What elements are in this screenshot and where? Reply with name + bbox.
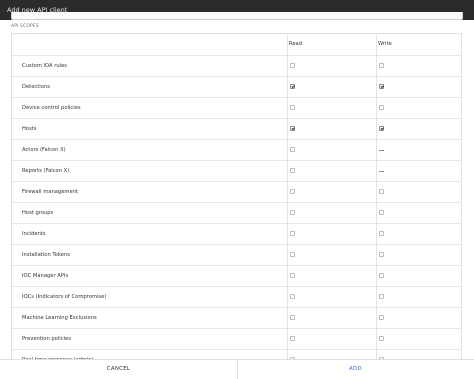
write-checkbox[interactable] <box>379 210 384 215</box>
table-header-row: Read Write <box>12 34 461 55</box>
read-checkbox[interactable] <box>290 126 295 131</box>
scope-name: Host groups <box>22 210 54 216</box>
scope-name: Custom IOA rules <box>22 63 67 69</box>
cancel-button[interactable]: CANCEL <box>0 360 237 379</box>
read-checkbox[interactable] <box>290 210 295 215</box>
table-row: Prevention policies <box>12 328 461 349</box>
api-scopes-table: Read Write Custom IOA rules Detections Dev… <box>11 33 462 363</box>
scope-name: Firewall management <box>22 189 78 195</box>
table-row: Firewall management <box>12 181 461 202</box>
write-not-applicable-icon <box>379 150 384 151</box>
table-row: Detections <box>12 76 461 97</box>
write-checkbox[interactable] <box>379 273 384 278</box>
api-scopes-label: API SCOPES <box>11 24 39 29</box>
client-name-field[interactable] <box>11 12 463 20</box>
table-row: Reports (Falcon X) <box>12 160 461 181</box>
table-row: Installation Tokens <box>12 244 461 265</box>
scope-name: Prevention policies <box>22 336 71 342</box>
write-checkbox[interactable] <box>379 63 384 68</box>
dialog-footer: CANCEL ADD <box>0 359 474 379</box>
table-row: Incidents <box>12 223 461 244</box>
scope-name: Reports (Falcon X) <box>22 168 70 174</box>
scope-name: Device control policies <box>22 105 81 111</box>
table-row: Device control policies <box>12 97 461 118</box>
write-checkbox[interactable] <box>379 84 384 89</box>
read-checkbox[interactable] <box>290 273 295 278</box>
write-checkbox[interactable] <box>379 252 384 257</box>
write-column-header: Write <box>378 41 392 47</box>
table-row: Actors (Falcon X) <box>12 139 461 160</box>
write-checkbox[interactable] <box>379 189 384 194</box>
add-button[interactable]: ADD <box>237 360 474 379</box>
read-checkbox[interactable] <box>290 252 295 257</box>
scope-name: Installation Tokens <box>22 252 70 258</box>
table-row: IOCs (Indicators of Compromise) <box>12 286 461 307</box>
write-not-applicable-icon <box>379 171 384 172</box>
read-checkbox[interactable] <box>290 294 295 299</box>
read-checkbox[interactable] <box>290 105 295 110</box>
read-checkbox[interactable] <box>290 231 295 236</box>
scope-name: IOCs (Indicators of Compromise) <box>22 294 107 300</box>
write-checkbox[interactable] <box>379 105 384 110</box>
write-checkbox[interactable] <box>379 126 384 131</box>
table-row: Hosts <box>12 118 461 139</box>
scope-name: Machine Learning Exclusions <box>22 315 97 321</box>
write-checkbox[interactable] <box>379 315 384 320</box>
scope-name: Incidents <box>22 231 46 237</box>
scope-name: Actors (Falcon X) <box>22 147 66 153</box>
read-checkbox[interactable] <box>290 147 295 152</box>
table-row: Machine Learning Exclusions <box>12 307 461 328</box>
read-checkbox[interactable] <box>290 168 295 173</box>
read-checkbox[interactable] <box>290 189 295 194</box>
scope-name: Hosts <box>22 126 37 132</box>
read-checkbox[interactable] <box>290 84 295 89</box>
write-checkbox[interactable] <box>379 294 384 299</box>
scope-name: IOC Manager APIs <box>22 273 69 279</box>
table-row: Custom IOA rules <box>12 55 461 76</box>
write-checkbox[interactable] <box>379 336 384 341</box>
table-row: Host groups <box>12 202 461 223</box>
read-checkbox[interactable] <box>290 315 295 320</box>
write-checkbox[interactable] <box>379 231 384 236</box>
read-column-header: Read <box>289 41 303 47</box>
scope-name: Detections <box>22 84 50 90</box>
table-row: IOC Manager APIs <box>12 265 461 286</box>
read-checkbox[interactable] <box>290 336 295 341</box>
read-checkbox[interactable] <box>290 63 295 68</box>
